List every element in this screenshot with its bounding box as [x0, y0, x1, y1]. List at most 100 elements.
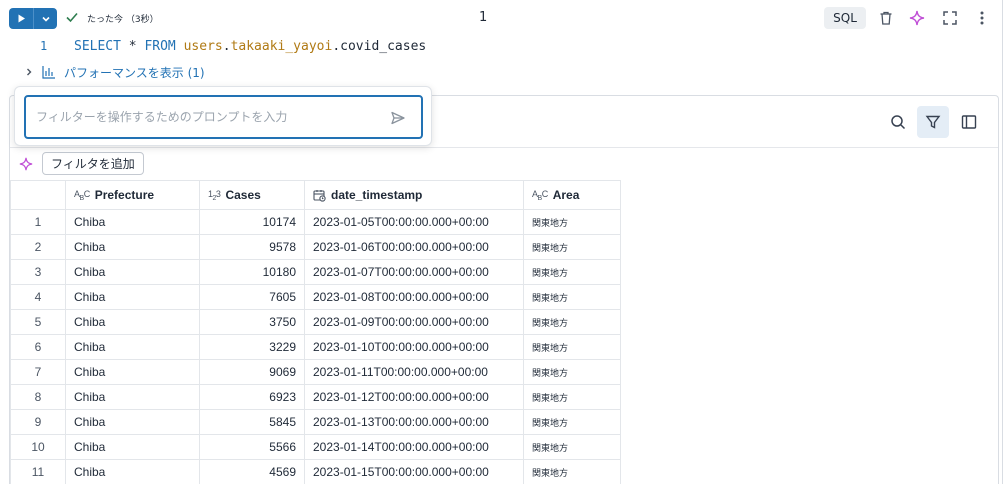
row-number-cell[interactable]: 4	[10, 284, 66, 310]
performance-label: パフォーマンスを表示 (1)	[64, 65, 205, 80]
date-timestamp-cell[interactable]: 2023-01-11T00:00:00.000+00:00	[304, 359, 524, 385]
column-header-cases[interactable]: 123 Cases	[199, 180, 305, 210]
prefecture-cell[interactable]: Chiba	[65, 384, 200, 410]
run-button[interactable]	[9, 8, 33, 29]
more-options-button[interactable]	[972, 8, 992, 28]
area-cell[interactable]: 関東地方	[523, 209, 621, 235]
column-name: date_timestamp	[331, 188, 423, 202]
table-row: 4 Chiba 7605 2023-01-08T00:00:00.000+00:00 関…	[10, 284, 621, 310]
cases-cell[interactable]: 6923	[199, 384, 305, 410]
select-star: *	[128, 39, 137, 54]
date-timestamp-cell[interactable]: 2023-01-08T00:00:00.000+00:00	[304, 284, 524, 310]
cases-cell[interactable]: 5566	[199, 434, 305, 460]
area-cell[interactable]: 関東地方	[523, 309, 621, 335]
row-number-cell[interactable]: 6	[10, 334, 66, 360]
prefecture-cell[interactable]: Chiba	[65, 434, 200, 460]
table-row: 5 Chiba 3750 2023-01-09T00:00:00.000+00:00 関…	[10, 309, 621, 335]
date-timestamp-cell[interactable]: 2023-01-10T00:00:00.000+00:00	[304, 334, 524, 360]
filter-prompt-popup	[14, 86, 432, 146]
cases-cell[interactable]: 5845	[199, 409, 305, 435]
row-number-cell[interactable]: 11	[10, 459, 66, 484]
cases-cell[interactable]: 10174	[199, 209, 305, 235]
area-cell[interactable]: 関東地方	[523, 284, 621, 310]
play-icon	[18, 14, 25, 23]
send-icon	[391, 111, 405, 125]
send-prompt-button[interactable]	[389, 109, 407, 127]
row-number-cell[interactable]: 2	[10, 234, 66, 260]
add-filter-button[interactable]: フィルタを追加	[42, 152, 144, 175]
cell-number: 1	[479, 10, 488, 25]
area-cell[interactable]: 関東地方	[523, 434, 621, 460]
check-icon	[66, 12, 78, 23]
execution-status: たった今 （3秒）	[87, 15, 159, 25]
run-options-button[interactable]	[34, 8, 57, 29]
cases-cell[interactable]: 3750	[199, 309, 305, 335]
schema-name: users	[183, 39, 223, 54]
cases-cell[interactable]: 9578	[199, 234, 305, 260]
search-icon	[891, 115, 906, 130]
prefecture-cell[interactable]: Chiba	[65, 459, 200, 484]
row-number-cell[interactable]: 10	[10, 434, 66, 460]
show-performance-toggle[interactable]: パフォーマンスを表示 (1)	[24, 63, 205, 81]
row-number-cell[interactable]: 5	[10, 309, 66, 335]
area-cell[interactable]: 関東地方	[523, 384, 621, 410]
row-number-cell[interactable]: 3	[10, 259, 66, 285]
assistant-button[interactable]	[907, 8, 927, 28]
date-timestamp-cell[interactable]: 2023-01-05T00:00:00.000+00:00	[304, 209, 524, 235]
row-number-cell[interactable]: 9	[10, 409, 66, 435]
prefecture-cell[interactable]: Chiba	[65, 409, 200, 435]
date-timestamp-cell[interactable]: 2023-01-14T00:00:00.000+00:00	[304, 434, 524, 460]
row-number-cell[interactable]: 1	[10, 209, 66, 235]
row-number-cell[interactable]: 8	[10, 384, 66, 410]
row-number-cell[interactable]: 7	[10, 359, 66, 385]
date-timestamp-cell[interactable]: 2023-01-15T00:00:00.000+00:00	[304, 459, 524, 484]
fullscreen-button[interactable]	[940, 8, 960, 28]
cases-cell[interactable]: 4569	[199, 459, 305, 484]
area-cell[interactable]: 関東地方	[523, 459, 621, 484]
date-timestamp-cell[interactable]: 2023-01-09T00:00:00.000+00:00	[304, 309, 524, 335]
column-name: Cases	[225, 188, 261, 202]
language-selector[interactable]: SQL	[824, 7, 866, 29]
sql-code: SELECT * FROM users.takaaki_yayoi.covid_…	[74, 39, 427, 54]
cell-right-border	[1002, 0, 1003, 484]
column-header-date-timestamp[interactable]: date_timestamp	[304, 180, 524, 210]
chevron-right-icon	[27, 68, 32, 76]
cases-cell[interactable]: 3229	[199, 334, 305, 360]
area-cell[interactable]: 関東地方	[523, 359, 621, 385]
date-timestamp-cell[interactable]: 2023-01-06T00:00:00.000+00:00	[304, 234, 524, 260]
date-timestamp-cell[interactable]: 2023-01-12T00:00:00.000+00:00	[304, 384, 524, 410]
filter-toggle-button[interactable]	[917, 106, 949, 138]
cases-cell[interactable]: 7605	[199, 284, 305, 310]
cases-cell[interactable]: 9069	[199, 359, 305, 385]
string-type-icon: ABC	[532, 188, 548, 202]
column-header-prefecture[interactable]: ABC Prefecture	[65, 180, 200, 210]
prefecture-cell[interactable]: Chiba	[65, 209, 200, 235]
date-timestamp-cell[interactable]: 2023-01-07T00:00:00.000+00:00	[304, 259, 524, 285]
code-editor-line[interactable]: 1 SELECT * FROM users.takaaki_yayoi.covi…	[0, 38, 1000, 58]
date-timestamp-cell[interactable]: 2023-01-13T00:00:00.000+00:00	[304, 409, 524, 435]
catalog-name: takaaki_yayoi	[230, 39, 333, 54]
table-row: 6 Chiba 3229 2023-01-10T00:00:00.000+00:00 関…	[10, 334, 621, 360]
filter-prompt-input[interactable]	[36, 107, 376, 127]
table-row: 10 Chiba 5566 2023-01-14T00:00:00.000+00:00…	[10, 434, 621, 460]
area-cell[interactable]: 関東地方	[523, 234, 621, 260]
prefecture-cell[interactable]: Chiba	[65, 359, 200, 385]
delete-button[interactable]	[876, 8, 896, 28]
table-body: 1 Chiba 10174 2023-01-05T00:00:00.000+00:00…	[10, 209, 621, 484]
area-cell[interactable]: 関東地方	[523, 409, 621, 435]
prefecture-cell[interactable]: Chiba	[65, 259, 200, 285]
side-panel-button[interactable]	[953, 106, 985, 138]
prefecture-cell[interactable]: Chiba	[65, 309, 200, 335]
search-results-button[interactable]	[882, 106, 914, 138]
cases-cell[interactable]: 10180	[199, 259, 305, 285]
column-header-area[interactable]: ABC Area	[523, 180, 621, 210]
prefecture-cell[interactable]: Chiba	[65, 284, 200, 310]
results-panel: フィルタを追加 ABC Prefecture 123 Cases date_time…	[9, 95, 999, 484]
table-row: 8 Chiba 6923 2023-01-12T00:00:00.000+00:00 関…	[10, 384, 621, 410]
column-name: Area	[552, 188, 580, 202]
prefecture-cell[interactable]: Chiba	[65, 334, 200, 360]
trash-icon	[880, 11, 892, 25]
area-cell[interactable]: 関東地方	[523, 334, 621, 360]
prefecture-cell[interactable]: Chiba	[65, 234, 200, 260]
area-cell[interactable]: 関東地方	[523, 259, 621, 285]
